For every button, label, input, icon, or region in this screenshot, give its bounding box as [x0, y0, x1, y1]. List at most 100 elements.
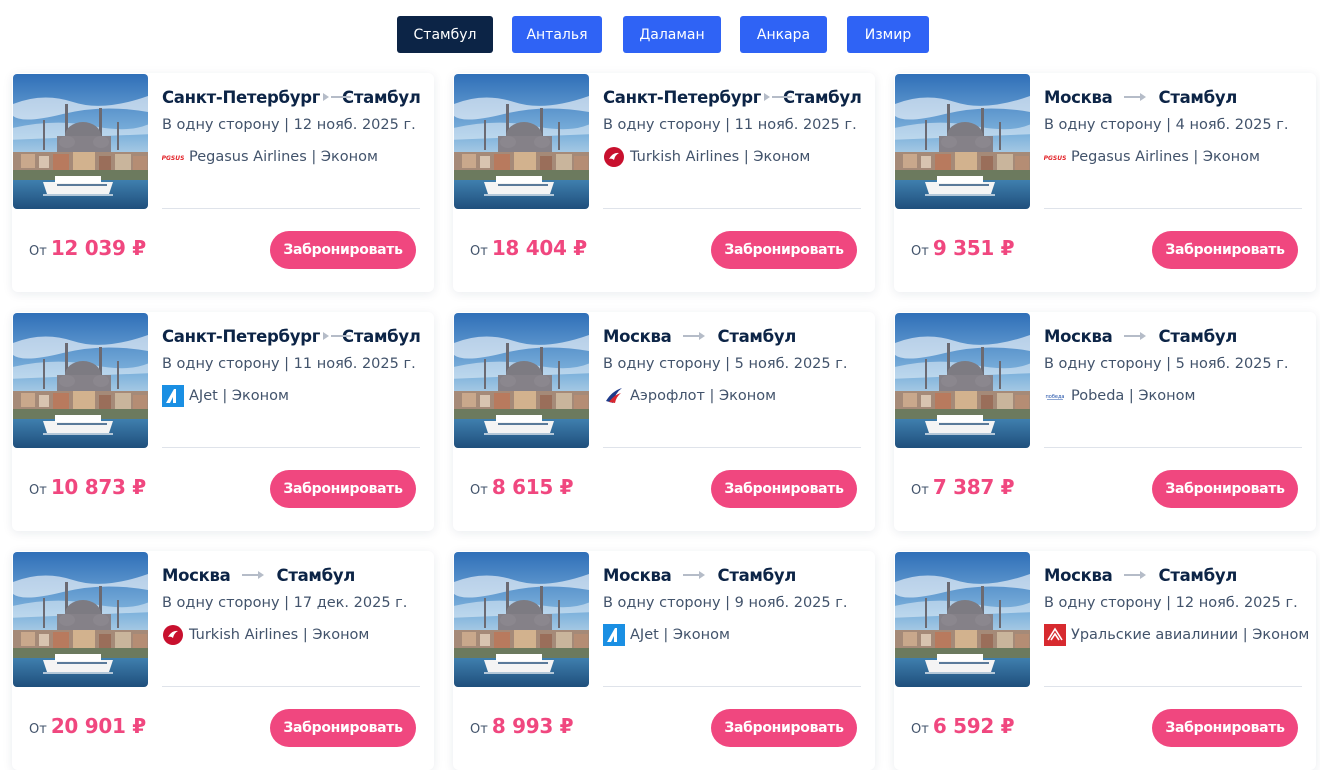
- trip-details: В одну сторону | 4 нояб. 2025 г.: [1044, 117, 1289, 133]
- book-button[interactable]: Забронировать: [1152, 470, 1298, 508]
- destination-city: Стамбул: [1158, 326, 1238, 346]
- offer-card[interactable]: Москва Стамбул В одну сторону | 5 нояб. …: [894, 312, 1316, 531]
- offer-info: Санкт-Петербург Стамбул В одну сторону |…: [603, 85, 862, 167]
- trip-details: В одну сторону | 5 нояб. 2025 г.: [1044, 356, 1289, 372]
- price-value: 8 993 ₽: [491, 714, 574, 738]
- price-prefix: От: [29, 244, 47, 259]
- trip-details: В одну сторону | 17 дек. 2025 г.: [162, 595, 408, 611]
- offer-card[interactable]: Москва Стамбул В одну сторону | 4 нояб. …: [894, 73, 1316, 292]
- route: Москва Стамбул: [1044, 85, 1302, 109]
- airline-row: Аэрофлот | Эконом: [603, 386, 861, 406]
- offer-card[interactable]: Москва Стамбул В одну сторону | 12 нояб.…: [894, 551, 1316, 770]
- istanbul-photo: [895, 313, 1030, 448]
- tab-3[interactable]: Даламан: [623, 16, 721, 53]
- airline-label: Pegasus Airlines | Эконом: [1071, 149, 1260, 165]
- tab-5[interactable]: Измир: [847, 16, 929, 53]
- offer-card[interactable]: Москва Стамбул В одну сторону | 17 дек. …: [12, 551, 434, 770]
- arrow-right-icon: [1123, 570, 1148, 580]
- istanbul-photo: [895, 552, 1030, 687]
- pobeda-logo-icon: победа: [1044, 385, 1066, 407]
- price-value: 12 039 ₽: [50, 236, 146, 260]
- offer-card[interactable]: Санкт-Петербург Стамбул В одну сторону |…: [12, 73, 434, 292]
- istanbul-photo: [13, 74, 148, 209]
- origin-city: Москва: [603, 326, 672, 346]
- book-button[interactable]: Забронировать: [711, 231, 857, 269]
- turkish-airlines-logo-icon: [162, 624, 184, 646]
- price: От 7 387 ₽: [911, 475, 1015, 499]
- ajet-logo-icon: [162, 385, 184, 407]
- route: Москва Стамбул: [1044, 324, 1302, 348]
- airline-row: AJet | Эконом: [162, 385, 420, 407]
- route: Москва Стамбул: [162, 563, 420, 587]
- offer-info: Москва Стамбул В одну сторону | 4 нояб. …: [1044, 85, 1302, 167]
- pegasus-logo-icon: PGSUS: [1044, 146, 1066, 168]
- price: От 8 615 ₽: [470, 475, 574, 499]
- book-button[interactable]: Забронировать: [711, 470, 857, 508]
- destination-city: Стамбул: [1158, 565, 1238, 585]
- book-button[interactable]: Забронировать: [1152, 709, 1298, 747]
- airline-row: Turkish Airlines | Эконом: [162, 625, 420, 645]
- price-value: 8 615 ₽: [491, 475, 574, 499]
- price-prefix: От: [29, 722, 47, 737]
- price: От 10 873 ₽: [29, 475, 146, 499]
- price-prefix: От: [29, 483, 47, 498]
- arrow-right-icon: [241, 570, 266, 580]
- price-prefix: От: [470, 244, 488, 259]
- origin-city: Москва: [1044, 87, 1113, 107]
- arrow-right-icon: [682, 570, 707, 580]
- arrow-right-icon: [1123, 331, 1148, 341]
- destination-city: Стамбул: [783, 87, 862, 107]
- price: От 18 404 ₽: [470, 236, 587, 260]
- offer-info: Москва Стамбул В одну сторону | 5 нояб. …: [1044, 324, 1302, 406]
- route: Санкт-Петербург Стамбул: [603, 85, 862, 109]
- destination-city: Стамбул: [342, 326, 421, 346]
- pegasus-logo-icon: PGSUS: [162, 146, 184, 168]
- svg-text:PGSUS: PGSUS: [1044, 155, 1066, 162]
- trip-details: В одну сторону | 11 нояб. 2025 г.: [603, 117, 857, 133]
- airline-label: Уральские авиалинии | Эконом: [1071, 627, 1310, 643]
- price-value: 18 404 ₽: [491, 236, 587, 260]
- book-button[interactable]: Забронировать: [270, 709, 416, 747]
- offer-card[interactable]: Москва Стамбул В одну сторону | 5 нояб. …: [453, 312, 875, 531]
- airline-row: победа Pobeda | Эконом: [1044, 386, 1302, 406]
- book-button[interactable]: Забронировать: [1152, 231, 1298, 269]
- ajet-logo-icon: [603, 624, 625, 646]
- tab-4[interactable]: Анкара: [740, 16, 827, 53]
- airline-label: Turkish Airlines | Эконом: [630, 149, 811, 165]
- tab-2[interactable]: Анталья: [512, 16, 602, 53]
- airline-row: PGSUS Pegasus Airlines | Эконом: [162, 147, 420, 167]
- divider: [1044, 686, 1302, 687]
- airline-row: Turkish Airlines | Эконом: [603, 147, 861, 167]
- airline-label: Аэрофлот | Эконом: [630, 388, 777, 404]
- route: Москва Стамбул: [1044, 563, 1302, 587]
- destination-city: Стамбул: [276, 565, 356, 585]
- offer-card[interactable]: Москва Стамбул В одну сторону | 9 нояб. …: [453, 551, 875, 770]
- price-value: 9 351 ₽: [932, 236, 1015, 260]
- trip-details: В одну сторону | 12 нояб. 2025 г.: [1044, 595, 1298, 611]
- price-value: 7 387 ₽: [932, 475, 1015, 499]
- book-button[interactable]: Забронировать: [270, 470, 416, 508]
- istanbul-photo: [454, 313, 589, 448]
- offer-info: Москва Стамбул В одну сторону | 5 нояб. …: [603, 324, 861, 406]
- origin-city: Москва: [603, 565, 672, 585]
- divider: [1044, 447, 1302, 448]
- destination-city: Стамбул: [717, 326, 797, 346]
- route: Москва Стамбул: [603, 563, 861, 587]
- book-button[interactable]: Забронировать: [711, 709, 857, 747]
- divider: [162, 447, 420, 448]
- offer-info: Москва Стамбул В одну сторону | 17 дек. …: [162, 563, 420, 645]
- origin-city: Санкт-Петербург: [162, 326, 321, 346]
- tab-1[interactable]: Стамбул: [397, 16, 493, 53]
- divider: [603, 686, 861, 687]
- offer-card[interactable]: Санкт-Петербург Стамбул В одну сторону |…: [453, 73, 875, 292]
- price-prefix: От: [911, 722, 929, 737]
- offer-card[interactable]: Санкт-Петербург Стамбул В одну сторону |…: [12, 312, 434, 531]
- price: От 12 039 ₽: [29, 236, 146, 260]
- book-button[interactable]: Забронировать: [270, 231, 416, 269]
- price-prefix: От: [470, 483, 488, 498]
- airline-label: Pobeda | Эконом: [1071, 388, 1196, 404]
- airline-label: Pegasus Airlines | Эконом: [189, 149, 378, 165]
- trip-details: В одну сторону | 9 нояб. 2025 г.: [603, 595, 848, 611]
- airline-row: Уральские авиалинии | Эконом: [1044, 624, 1309, 646]
- istanbul-photo: [13, 313, 148, 448]
